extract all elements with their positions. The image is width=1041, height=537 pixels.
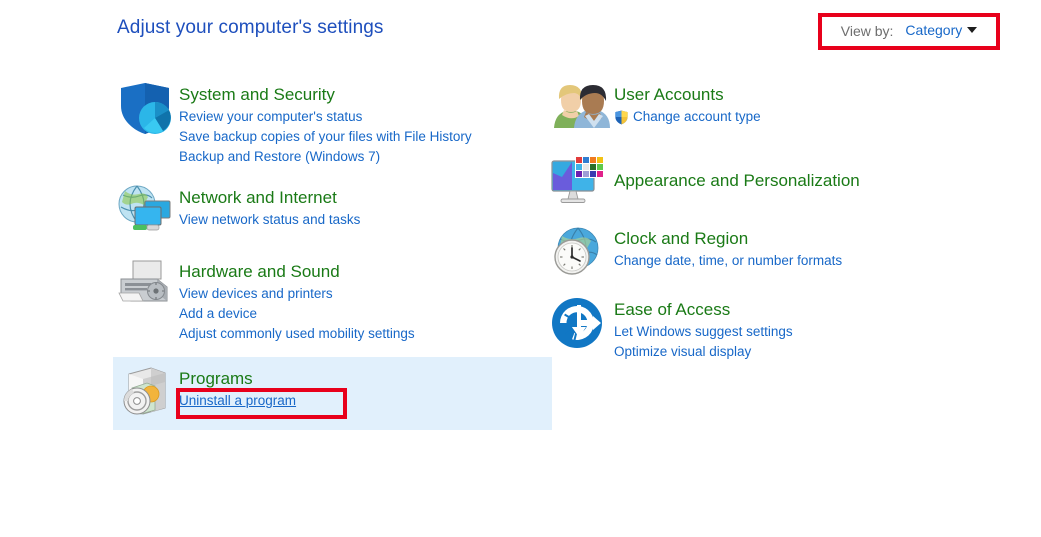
- category-text: Network and Internet View network status…: [179, 183, 360, 230]
- category-network-and-internet[interactable]: Network and Internet View network status…: [113, 179, 553, 243]
- view-by-annotation-box: View by: Category: [818, 13, 1000, 50]
- chevron-down-icon: [967, 27, 977, 33]
- category-title[interactable]: Ease of Access: [614, 298, 793, 321]
- category-clock-and-region[interactable]: Clock and Region Change date, time, or n…: [548, 220, 988, 284]
- view-by-dropdown[interactable]: Category: [905, 22, 977, 40]
- view-by-value: Category: [905, 22, 962, 38]
- category-title[interactable]: Programs: [179, 367, 296, 390]
- page-title: Adjust your computer's settings: [117, 17, 384, 39]
- category-link[interactable]: Review your computer's status: [179, 107, 472, 127]
- printer-icon: [113, 257, 175, 313]
- category-system-and-security[interactable]: System and Security Review your computer…: [113, 76, 553, 171]
- software-box-cd-icon: [113, 364, 175, 420]
- category-link[interactable]: Let Windows suggest settings: [614, 322, 793, 342]
- link-label: Change account type: [633, 107, 761, 127]
- globe-monitors-icon: [113, 183, 175, 239]
- shield-chart-icon: [113, 80, 175, 136]
- accessibility-icon: [548, 295, 610, 351]
- category-link[interactable]: View devices and printers: [179, 284, 415, 304]
- category-link-change-account-type[interactable]: Change account type: [614, 107, 761, 127]
- category-title[interactable]: Clock and Region: [614, 227, 842, 250]
- uac-shield-icon: [614, 110, 629, 125]
- category-link[interactable]: Add a device: [179, 304, 415, 324]
- category-link[interactable]: Optimize visual display: [614, 342, 793, 362]
- view-by-control[interactable]: View by: Category: [841, 22, 977, 41]
- category-link-uninstall-a-program[interactable]: Uninstall a program: [179, 391, 296, 411]
- category-text: System and Security Review your computer…: [179, 80, 472, 167]
- category-column-right: User Accounts Change account type: [548, 76, 988, 366]
- category-link[interactable]: Backup and Restore (Windows 7): [179, 147, 472, 167]
- category-title[interactable]: User Accounts: [614, 83, 761, 106]
- monitor-palette-icon: [548, 153, 610, 209]
- category-link[interactable]: View network status and tasks: [179, 210, 360, 230]
- category-title[interactable]: Network and Internet: [179, 186, 360, 209]
- category-ease-of-access[interactable]: Ease of Access Let Windows suggest setti…: [548, 291, 988, 366]
- clock-globe-icon: [548, 224, 610, 280]
- category-link[interactable]: Save backup copies of your files with Fi…: [179, 127, 472, 147]
- category-text: Programs Uninstall a program: [179, 364, 296, 411]
- category-link[interactable]: Change date, time, or number formats: [614, 251, 842, 271]
- view-by-label: View by:: [841, 23, 894, 39]
- category-text: Ease of Access Let Windows suggest setti…: [614, 295, 793, 362]
- category-text: Clock and Region Change date, time, or n…: [614, 224, 842, 271]
- category-title[interactable]: Hardware and Sound: [179, 260, 415, 283]
- category-hardware-and-sound[interactable]: Hardware and Sound View devices and prin…: [113, 253, 553, 348]
- category-programs[interactable]: Programs Uninstall a program: [113, 357, 552, 430]
- category-column-left: System and Security Review your computer…: [113, 76, 553, 430]
- category-title[interactable]: Appearance and Personalization: [614, 169, 860, 192]
- category-text: User Accounts Change account type: [614, 80, 761, 127]
- category-title[interactable]: System and Security: [179, 83, 472, 106]
- category-text: Appearance and Personalization: [614, 153, 860, 193]
- category-link[interactable]: Adjust commonly used mobility settings: [179, 324, 415, 344]
- category-appearance-and-personalization[interactable]: Appearance and Personalization: [548, 149, 988, 213]
- category-user-accounts[interactable]: User Accounts Change account type: [548, 76, 988, 140]
- category-text: Hardware and Sound View devices and prin…: [179, 257, 415, 344]
- two-people-icon: [548, 80, 610, 136]
